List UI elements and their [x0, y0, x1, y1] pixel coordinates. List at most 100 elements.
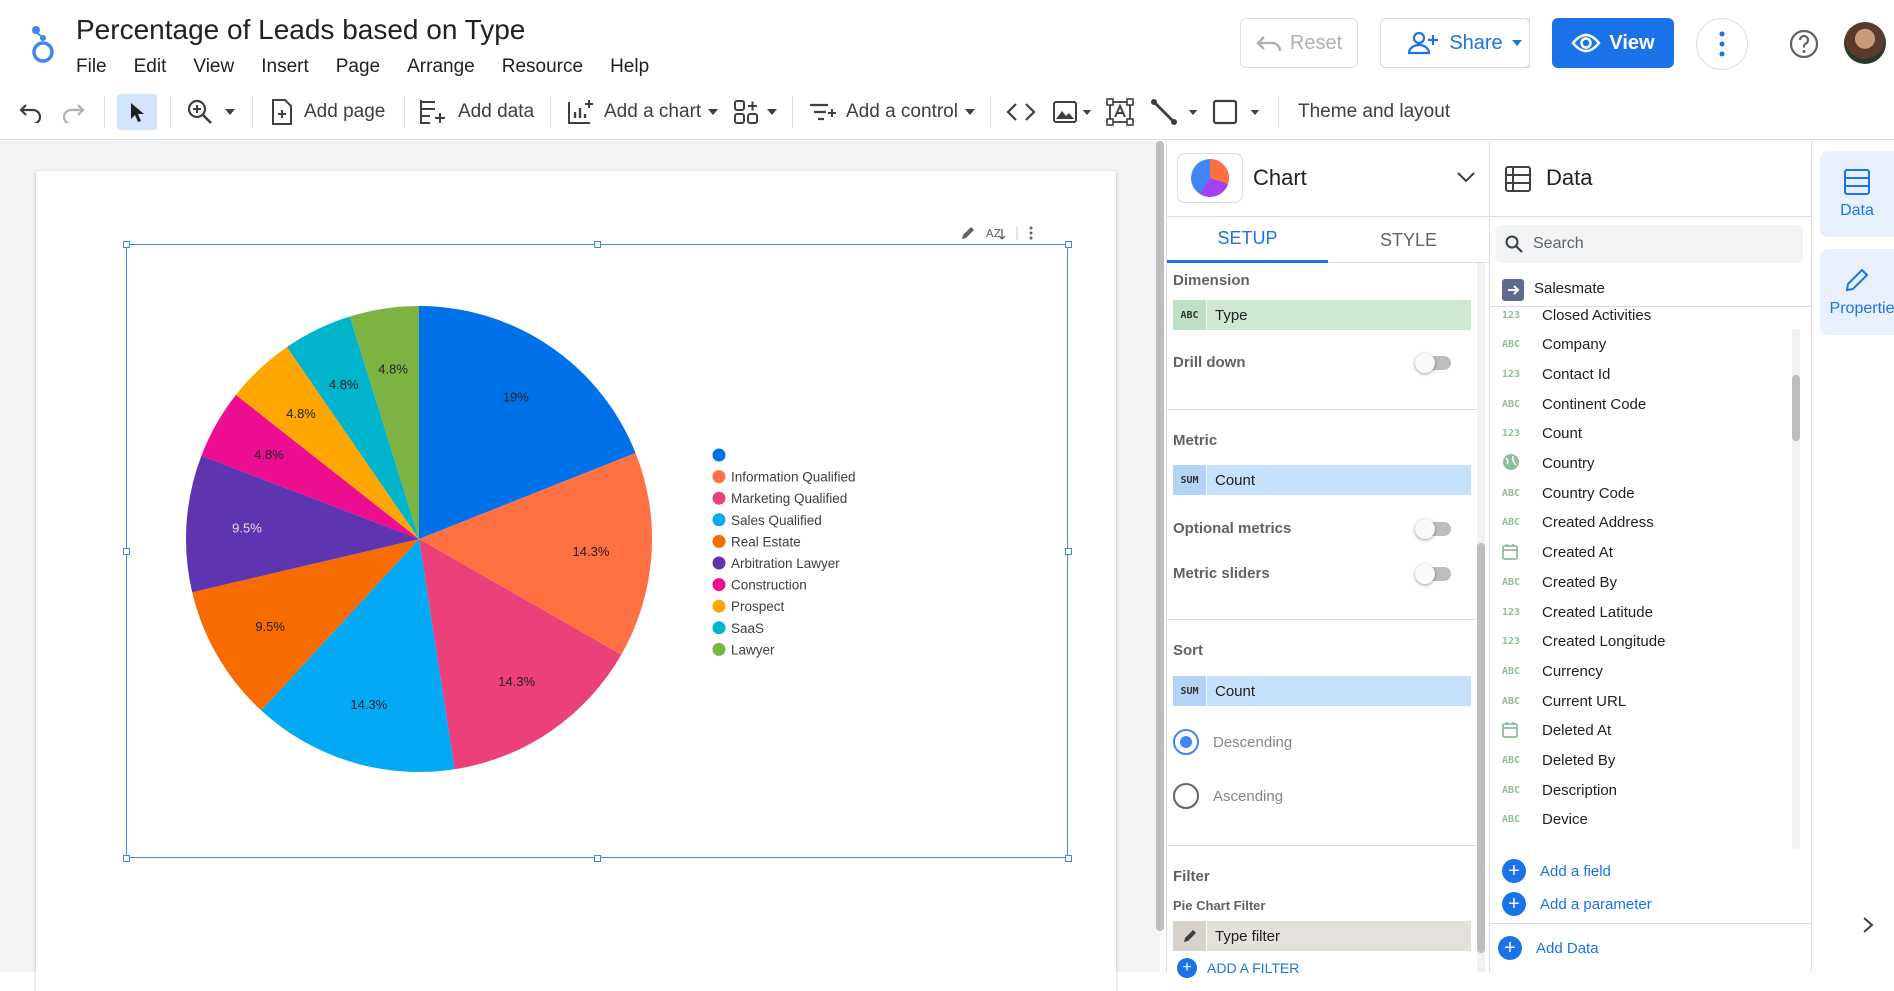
descending-radio[interactable]: [1173, 729, 1199, 755]
legend-label[interactable]: SaaS: [731, 621, 764, 636]
undo-button[interactable]: [18, 94, 44, 130]
report-title[interactable]: Percentage of Leads based on Type: [76, 14, 525, 46]
data-source-row[interactable]: Salesmate: [1490, 269, 1812, 307]
chart-type-selector[interactable]: Chart: [1167, 141, 1489, 217]
redo-button[interactable]: [60, 94, 86, 130]
field-item[interactable]: ABC Created By: [1490, 567, 1790, 597]
field-item[interactable]: 123 Contact Id: [1490, 359, 1790, 389]
menu-view[interactable]: View: [193, 56, 234, 78]
sort-az-icon[interactable]: AZ: [986, 225, 1006, 241]
reset-button[interactable]: Reset: [1240, 18, 1358, 68]
menu-help[interactable]: Help: [610, 56, 649, 78]
filter-chip[interactable]: Type filter: [1173, 921, 1471, 951]
fields-scrollbar-thumb[interactable]: [1792, 375, 1800, 441]
legend-label[interactable]: Arbitration Lawyer: [731, 556, 840, 571]
legend-swatch[interactable]: [712, 642, 726, 656]
pie-chart[interactable]: 19% 14.3% 14.3% 14.3% 9.5% 9.5% 4.8% 4.8% 4.8% 4.…: [123, 241, 1072, 862]
legend-swatch[interactable]: [712, 491, 726, 505]
field-item[interactable]: 123 Created Latitude: [1490, 597, 1790, 627]
tab-setup[interactable]: SETUP: [1167, 217, 1328, 263]
legend-label[interactable]: Information Qualified: [731, 470, 856, 485]
embed-code-button[interactable]: [1006, 94, 1036, 130]
menu-arrange[interactable]: Arrange: [407, 56, 475, 78]
rail-data-button[interactable]: Data: [1820, 151, 1894, 237]
add-control-button[interactable]: Add a control: [808, 94, 976, 130]
drill-down-toggle[interactable]: [1415, 353, 1451, 373]
field-item[interactable]: Country: [1490, 449, 1790, 479]
shape-button[interactable]: [1212, 94, 1260, 130]
metric-chip[interactable]: SUM Count: [1173, 465, 1471, 495]
ascending-radio[interactable]: [1173, 783, 1199, 809]
theme-layout-button[interactable]: Theme and layout: [1298, 94, 1450, 130]
legend-swatch[interactable]: [712, 470, 726, 484]
field-item[interactable]: 123 Closed Activities: [1490, 307, 1790, 330]
select-tool-button[interactable]: [117, 94, 157, 130]
resize-handle[interactable]: [123, 548, 130, 555]
legend-swatch[interactable]: [712, 621, 726, 635]
legend-label[interactable]: Real Estate: [731, 534, 801, 549]
field-item[interactable]: ABC Currency: [1490, 656, 1790, 686]
props-scrollbar-thumb[interactable]: [1477, 543, 1485, 953]
field-search[interactable]: [1495, 225, 1803, 263]
legend-label[interactable]: Construction: [731, 578, 807, 593]
legend-swatch[interactable]: [712, 578, 726, 592]
add-component-button[interactable]: [732, 94, 778, 130]
sort-chip[interactable]: SUM Count: [1173, 676, 1471, 706]
add-chart-button[interactable]: Add a chart: [566, 94, 719, 130]
menu-insert[interactable]: Insert: [261, 56, 309, 78]
view-button[interactable]: View: [1552, 18, 1674, 68]
menu-page[interactable]: Page: [336, 56, 380, 78]
field-item[interactable]: ABC Device: [1490, 805, 1790, 835]
zoom-button[interactable]: [186, 94, 236, 130]
add-page-button[interactable]: Add page: [270, 94, 385, 130]
tab-style[interactable]: STYLE: [1328, 217, 1489, 263]
field-item[interactable]: Created At: [1490, 538, 1790, 568]
metric-sliders-toggle[interactable]: [1415, 564, 1451, 584]
resize-handle[interactable]: [1065, 548, 1072, 555]
legend-swatch[interactable]: [712, 448, 726, 462]
add-data-button[interactable]: Add data: [418, 94, 534, 130]
legend-swatch[interactable]: [712, 556, 726, 570]
report-canvas[interactable]: 19% 14.3% 14.3% 14.3% 9.5% 9.5% 4.8% 4.8% 4.8% 4.…: [0, 141, 1160, 991]
field-item[interactable]: ABC Company: [1490, 330, 1790, 360]
text-box-button[interactable]: [1106, 94, 1134, 130]
legend-label[interactable]: Sales Qualified: [731, 513, 822, 528]
field-item[interactable]: ABC Country Code: [1490, 478, 1790, 508]
optional-metrics-toggle[interactable]: [1415, 519, 1451, 539]
search-input[interactable]: [1533, 233, 1793, 255]
looker-studio-logo[interactable]: [26, 24, 58, 64]
share-dropdown-button[interactable]: [1504, 18, 1530, 68]
resize-handle[interactable]: [594, 855, 601, 862]
pie-chart-svg[interactable]: 19% 14.3% 14.3% 14.3% 9.5% 9.5% 4.8% 4.8% 4.8% 4.…: [127, 245, 1069, 859]
resize-handle[interactable]: [123, 241, 130, 248]
resize-handle[interactable]: [1065, 241, 1072, 248]
menu-resource[interactable]: Resource: [502, 56, 583, 78]
legend-swatch[interactable]: [712, 513, 726, 527]
field-item[interactable]: ABC Current URL: [1490, 686, 1790, 716]
menu-edit[interactable]: Edit: [134, 56, 167, 78]
add-filter-button[interactable]: + ADD A FILTER: [1177, 958, 1299, 978]
resize-handle[interactable]: [1065, 855, 1072, 862]
canvas-scrollbar[interactable]: [1156, 141, 1164, 931]
field-item[interactable]: 123 Count: [1490, 419, 1790, 449]
legend-swatch[interactable]: [712, 534, 726, 548]
dimension-chip[interactable]: ABC Type: [1173, 300, 1471, 330]
more-vert-icon[interactable]: [1028, 225, 1034, 241]
help-icon[interactable]: [1788, 28, 1820, 60]
resize-handle[interactable]: [123, 855, 130, 862]
resize-handle[interactable]: [594, 241, 601, 248]
field-item[interactable]: ABC Deleted By: [1490, 746, 1790, 776]
add-data-link[interactable]: + Add Data: [1498, 936, 1599, 960]
add-field-button[interactable]: + Add a field: [1502, 859, 1611, 883]
legend-label[interactable]: Prospect: [731, 599, 785, 614]
user-avatar[interactable]: [1844, 22, 1886, 64]
field-item[interactable]: ABC Created Address: [1490, 508, 1790, 538]
report-page[interactable]: 19% 14.3% 14.3% 14.3% 9.5% 9.5% 4.8% 4.8% 4.8% 4.…: [36, 171, 1116, 991]
legend-swatch[interactable]: [712, 599, 726, 613]
more-options-button[interactable]: [1696, 18, 1748, 70]
legend-label[interactable]: Marketing Qualified: [731, 491, 847, 506]
rail-properties-button[interactable]: Properties: [1820, 249, 1894, 335]
line-button[interactable]: [1150, 94, 1198, 130]
chevron-right-icon[interactable]: [1862, 916, 1874, 934]
field-item[interactable]: 123 Created Longitude: [1490, 627, 1790, 657]
